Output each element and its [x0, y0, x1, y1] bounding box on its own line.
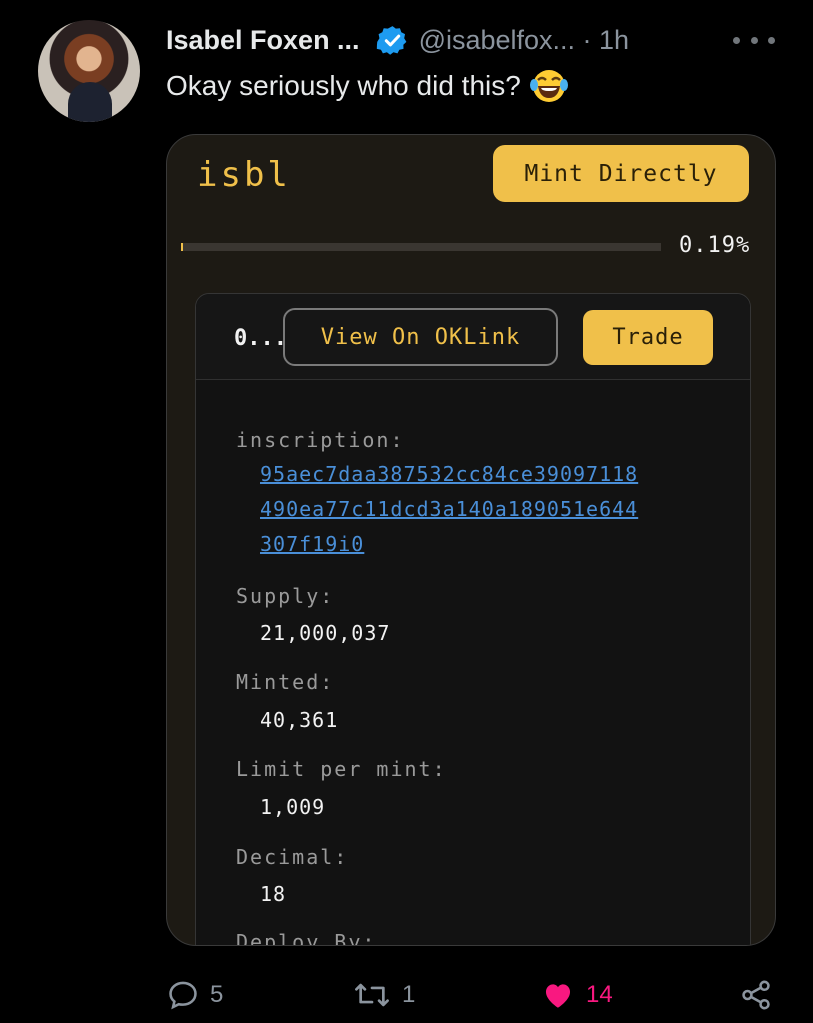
inscription-label: inscription: — [236, 428, 405, 452]
repost-icon — [355, 983, 389, 1007]
trade-button[interactable]: Trade — [583, 310, 713, 365]
author-name[interactable]: Isabel Foxen ... — [166, 25, 360, 56]
tweet-text-row: Okay seriously who did this? — [166, 68, 569, 104]
mint-progress-label: 0.19% — [679, 233, 751, 258]
share-button[interactable] — [738, 978, 784, 1012]
minted-label: Minted: — [236, 670, 335, 694]
token-details-panel: 0... View On OKLink Trade inscription: 9… — [195, 293, 751, 946]
inscription-link-line2[interactable]: 490ea77c11dcd3a140a189051e644 — [260, 497, 638, 521]
share-icon — [742, 980, 770, 1010]
repost-button[interactable]: 1 — [352, 978, 415, 1012]
minted-value: 40,361 — [260, 708, 339, 732]
details-toolbar: 0... View On OKLink Trade — [196, 294, 750, 380]
truncated-address[interactable]: 0... — [234, 326, 287, 351]
mint-progress-fill — [181, 243, 183, 251]
like-count: 14 — [586, 981, 613, 1008]
like-icon — [545, 984, 571, 1008]
inscription-link-line3[interactable]: 307f19i0 — [260, 532, 364, 556]
limit-label: Limit per mint: — [236, 757, 447, 781]
decimal-label: Decimal: — [236, 845, 349, 869]
mint-directly-button[interactable]: Mint Directly — [493, 145, 749, 202]
deploy-by-label: Deploy By: — [236, 930, 377, 946]
limit-value: 1,009 — [260, 795, 326, 819]
decimal-value: 18 — [260, 882, 287, 906]
tweet-actions: 5 1 14 — [0, 978, 813, 1014]
repost-count: 1 — [402, 981, 416, 1008]
tweet-header: Isabel Foxen ... @isabelfox... · 1h — [166, 22, 629, 58]
reply-icon — [169, 981, 197, 1010]
reply-button[interactable]: 5 — [166, 978, 223, 1012]
embedded-screenshot-card[interactable]: isbl Mint Directly 0.19% 0... View On OK… — [166, 134, 776, 946]
token-title: isbl — [197, 155, 291, 195]
inscription-link-line1[interactable]: 95aec7daa387532cc84ce39097118 — [260, 462, 638, 486]
author-handle-time[interactable]: @isabelfox... · 1h — [419, 25, 630, 56]
mint-progress-bar — [181, 243, 661, 251]
supply-value: 21,000,037 — [260, 621, 391, 645]
avatar[interactable] — [38, 20, 140, 122]
more-icon[interactable] — [733, 28, 775, 52]
view-on-oklink-button[interactable]: View On OKLink — [283, 308, 558, 366]
tweet-text: Okay seriously who did this? — [166, 70, 521, 101]
like-button[interactable]: 14 — [540, 978, 613, 1012]
verified-badge-icon — [376, 25, 406, 55]
reply-count: 5 — [210, 981, 224, 1008]
laughing-emoji-icon — [529, 70, 568, 102]
supply-label: Supply: — [236, 584, 335, 608]
